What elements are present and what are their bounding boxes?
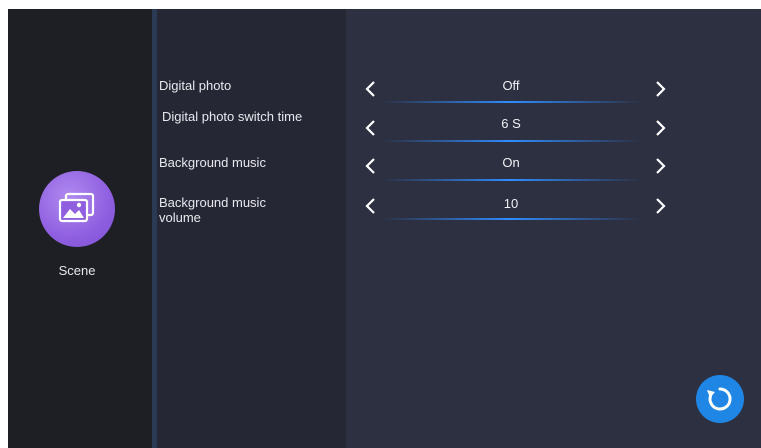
switch-time-next-button[interactable] (650, 118, 670, 138)
photo-gallery-icon (58, 192, 95, 223)
background-music-next-button[interactable] (650, 156, 670, 176)
digital-photo-next-button[interactable] (650, 79, 670, 99)
switch-time-prev-button[interactable] (361, 118, 381, 138)
volume-value: 10 (503, 196, 519, 211)
background-music-volume-label: Background music volume (159, 195, 266, 225)
volume-underline (381, 218, 641, 220)
digital-photo-label: Digital photo (159, 78, 232, 93)
background-music-prev-button[interactable] (361, 156, 381, 176)
reset-button[interactable] (696, 375, 744, 423)
reset-icon (707, 387, 732, 411)
digital-photo-value: Off (502, 78, 520, 93)
chevron-right-icon (656, 120, 666, 136)
digital-photo-switch-time-label: Digital photo switch time (162, 109, 303, 124)
switch-time-value: 6 S (501, 116, 521, 131)
scene-label: Scene (58, 263, 96, 278)
chevron-right-icon (656, 158, 666, 174)
background-music-underline (381, 179, 641, 181)
chevron-left-icon (365, 120, 375, 136)
volume-prev-button[interactable] (361, 196, 381, 216)
volume-next-button[interactable] (650, 196, 670, 216)
label-column (157, 9, 346, 448)
background-music-label: Background music (159, 155, 266, 170)
scene-button[interactable] (39, 171, 115, 247)
background-music-value: On (502, 155, 520, 170)
settings-screen (8, 9, 761, 448)
chevron-left-icon (365, 158, 375, 174)
chevron-right-icon (656, 198, 666, 214)
chevron-left-icon (365, 81, 375, 97)
digital-photo-underline (381, 101, 641, 103)
chevron-right-icon (656, 81, 666, 97)
chevron-left-icon (365, 198, 375, 214)
switch-time-underline (381, 140, 641, 142)
digital-photo-prev-button[interactable] (361, 79, 381, 99)
